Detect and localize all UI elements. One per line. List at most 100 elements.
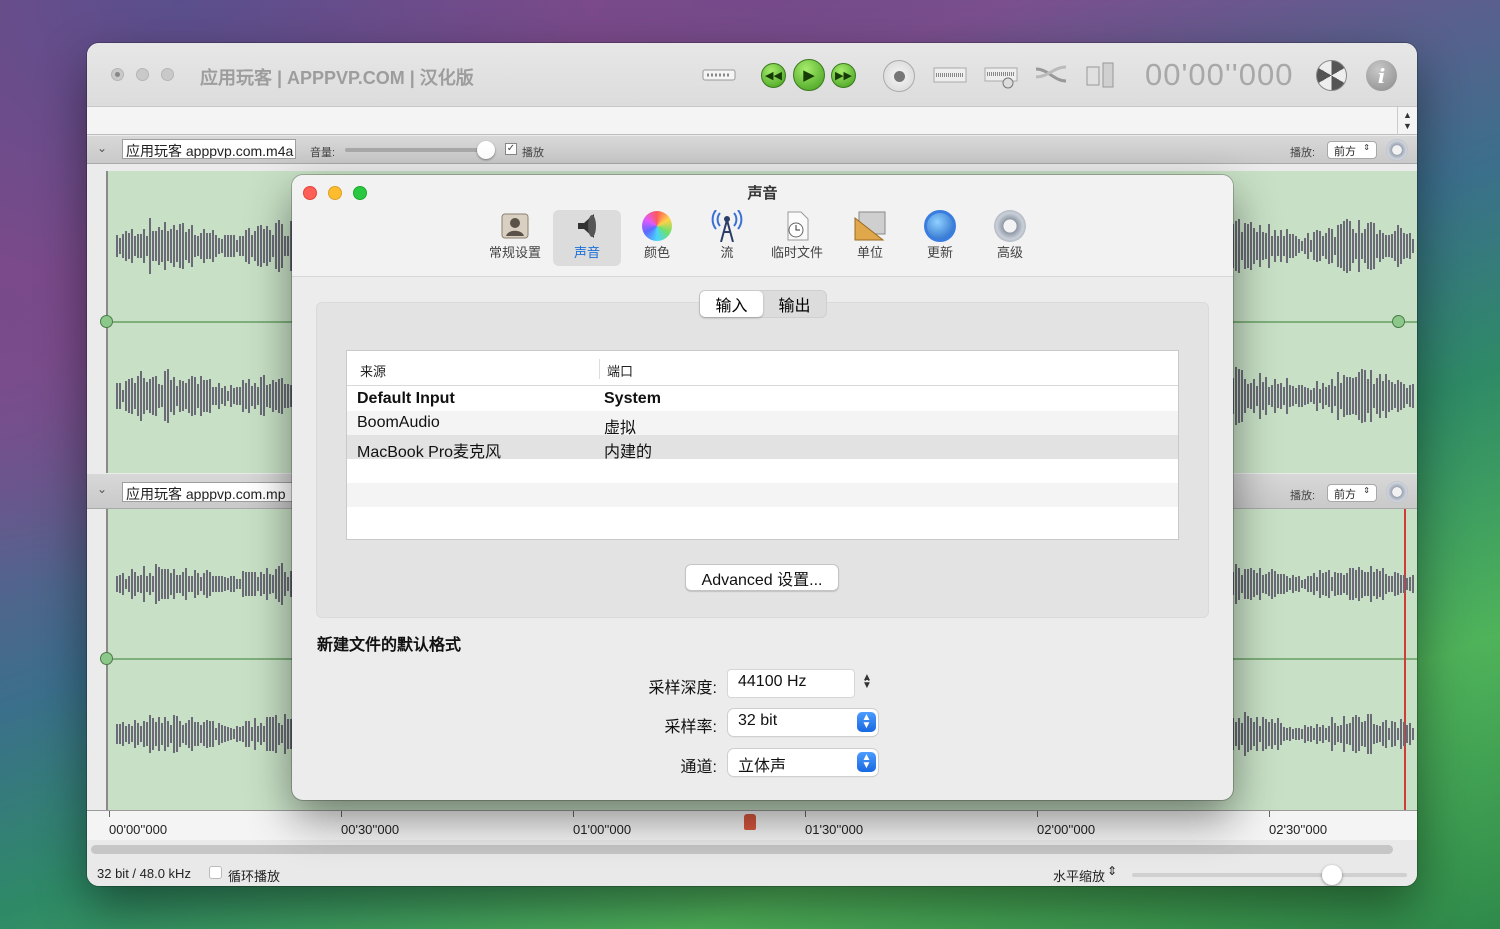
waveform-bar xyxy=(272,234,274,258)
time-display: 00'00''000 xyxy=(1145,57,1294,92)
waveform-bar xyxy=(245,721,247,747)
waveform-bar xyxy=(209,233,211,259)
column-header-source[interactable]: 来源 xyxy=(360,361,386,380)
waveform-bar xyxy=(263,229,265,263)
waveform-bar xyxy=(203,573,205,595)
zoom-slider[interactable] xyxy=(1132,873,1407,877)
stepper-arrows-icon[interactable]: ▲ ▼ xyxy=(862,673,872,691)
envelope-handle[interactable] xyxy=(1392,315,1405,328)
waveform-bar xyxy=(1361,233,1363,259)
tab-advanced[interactable]: 高级 xyxy=(976,210,1044,266)
column-header-port[interactable]: 端口 xyxy=(607,361,633,380)
waveform-bar xyxy=(176,574,178,594)
waveform-bar xyxy=(191,576,193,592)
waveform-bar xyxy=(119,237,121,255)
waveform-bar xyxy=(152,230,154,262)
waveform-bar xyxy=(254,717,256,750)
sample-depth-field[interactable]: 44100 Hz xyxy=(728,670,854,697)
tab-stream[interactable]: 流 xyxy=(693,210,761,266)
waveform-bar xyxy=(1235,220,1237,272)
track-gear-icon[interactable] xyxy=(1386,481,1408,503)
waveform-bar xyxy=(200,576,202,592)
split-icon[interactable] xyxy=(984,65,1018,89)
waveform-bar xyxy=(1304,579,1306,589)
waveform-bar xyxy=(269,383,271,409)
table-row[interactable]: Default Input System xyxy=(347,387,1178,411)
visualizer-icon[interactable] xyxy=(1316,60,1347,91)
sample-depth-label: 采样深度: xyxy=(648,680,717,697)
fade-icon[interactable] xyxy=(1034,63,1068,87)
scroll-arrows-icon[interactable]: ▲ ▼ xyxy=(1397,107,1417,135)
device-table[interactable]: 来源 端口 Default Input System BoomAudio 虚拟 … xyxy=(346,350,1179,540)
waveform-bar xyxy=(1238,369,1240,423)
waveform-bar xyxy=(230,576,232,592)
tab-sound[interactable]: 声音 xyxy=(553,210,621,266)
info-icon[interactable]: i xyxy=(1366,60,1397,91)
zoom-stepper-icon[interactable]: ⇕ xyxy=(1107,864,1117,878)
waveform-bar xyxy=(251,386,253,406)
waveform-bar xyxy=(209,378,211,414)
zoom-button[interactable] xyxy=(161,68,174,81)
zoom-knob[interactable] xyxy=(1322,865,1342,885)
tab-temp-files[interactable]: 临时文件 xyxy=(763,210,831,266)
advanced-settings-button[interactable]: Advanced 设置... xyxy=(685,564,839,591)
waveform-bar xyxy=(1316,381,1318,411)
playhead-marker[interactable] xyxy=(744,814,756,830)
time-ruler[interactable]: 00'00''000 00'30''000 01'00''000 01'30''… xyxy=(87,810,1417,840)
waveform-bar xyxy=(1397,573,1399,595)
playback-select[interactable]: 前方 ⇕ xyxy=(1327,141,1377,159)
waveform-bar xyxy=(179,223,181,269)
tab-units[interactable]: 单位 xyxy=(836,210,904,266)
sample-rate-select[interactable]: 32 bit ▲ ▼ xyxy=(728,709,878,736)
waveform-bar xyxy=(1385,235,1387,257)
channels-select[interactable]: 立体声 ▲ ▼ xyxy=(728,749,878,776)
table-row[interactable]: BoomAudio 虚拟 xyxy=(347,411,1178,437)
waveform-bar xyxy=(233,235,235,257)
speaker-icon xyxy=(570,210,604,242)
loop-region-icon[interactable] xyxy=(702,66,736,84)
waveform-bar xyxy=(1271,235,1273,257)
waveform-bar xyxy=(212,720,214,748)
envelope-handle[interactable] xyxy=(100,652,113,665)
waveform-bar xyxy=(164,568,166,600)
play-button[interactable]: ▶ xyxy=(793,59,825,91)
tab-colors[interactable]: 颜色 xyxy=(623,210,691,266)
table-row[interactable]: MacBook Pro麦克风 内建的 xyxy=(347,435,1178,461)
segment-output[interactable]: 输出 xyxy=(763,291,826,317)
waveform-bar xyxy=(197,573,199,595)
waveform-bar xyxy=(221,724,223,744)
waveform-bar xyxy=(158,384,160,408)
waveform-bar xyxy=(155,563,157,605)
effects-icon[interactable] xyxy=(1085,61,1119,89)
minimize-button[interactable] xyxy=(136,68,149,81)
waveform-bar xyxy=(191,375,193,417)
zoom-label[interactable]: 水平缩放 xyxy=(1053,866,1105,885)
track-filename[interactable]: 应用玩客 apppvp.com.m4a xyxy=(122,139,296,159)
rewind-button[interactable]: ◀◀ xyxy=(761,63,786,88)
tab-general[interactable]: 常规设置 xyxy=(481,210,549,266)
trim-icon[interactable] xyxy=(933,65,967,85)
record-button[interactable] xyxy=(883,60,915,92)
chevron-down-icon[interactable]: ⌄ xyxy=(97,482,107,496)
horizontal-scrollbar[interactable] xyxy=(91,845,1393,854)
segment-input[interactable]: 输入 xyxy=(700,291,763,317)
track-filename[interactable]: 应用玩客 apppvp.com.mp xyxy=(122,482,296,502)
waveform-bar xyxy=(272,379,274,413)
volume-knob[interactable] xyxy=(477,141,495,159)
waveform-bar xyxy=(119,575,121,593)
play-checkbox[interactable]: ✓ xyxy=(505,143,517,155)
chevron-down-icon[interactable]: ⌄ xyxy=(97,141,107,155)
waveform-bar xyxy=(140,233,142,258)
track-gear-icon[interactable] xyxy=(1386,139,1408,161)
playback-select[interactable]: 前方 ⇕ xyxy=(1327,484,1377,502)
envelope-handle[interactable] xyxy=(100,315,113,328)
tab-update[interactable]: 更新 xyxy=(906,210,974,266)
input-output-segmented[interactable]: 输入 输出 xyxy=(699,290,827,318)
volume-slider[interactable] xyxy=(345,148,487,152)
fast-forward-button[interactable]: ▶▶ xyxy=(831,63,856,88)
waveform-bar xyxy=(1304,725,1306,743)
waveform-bar xyxy=(1337,225,1339,267)
loop-checkbox[interactable] xyxy=(209,866,222,879)
waveform-bar xyxy=(206,719,208,749)
waveform-bar xyxy=(1358,717,1360,751)
